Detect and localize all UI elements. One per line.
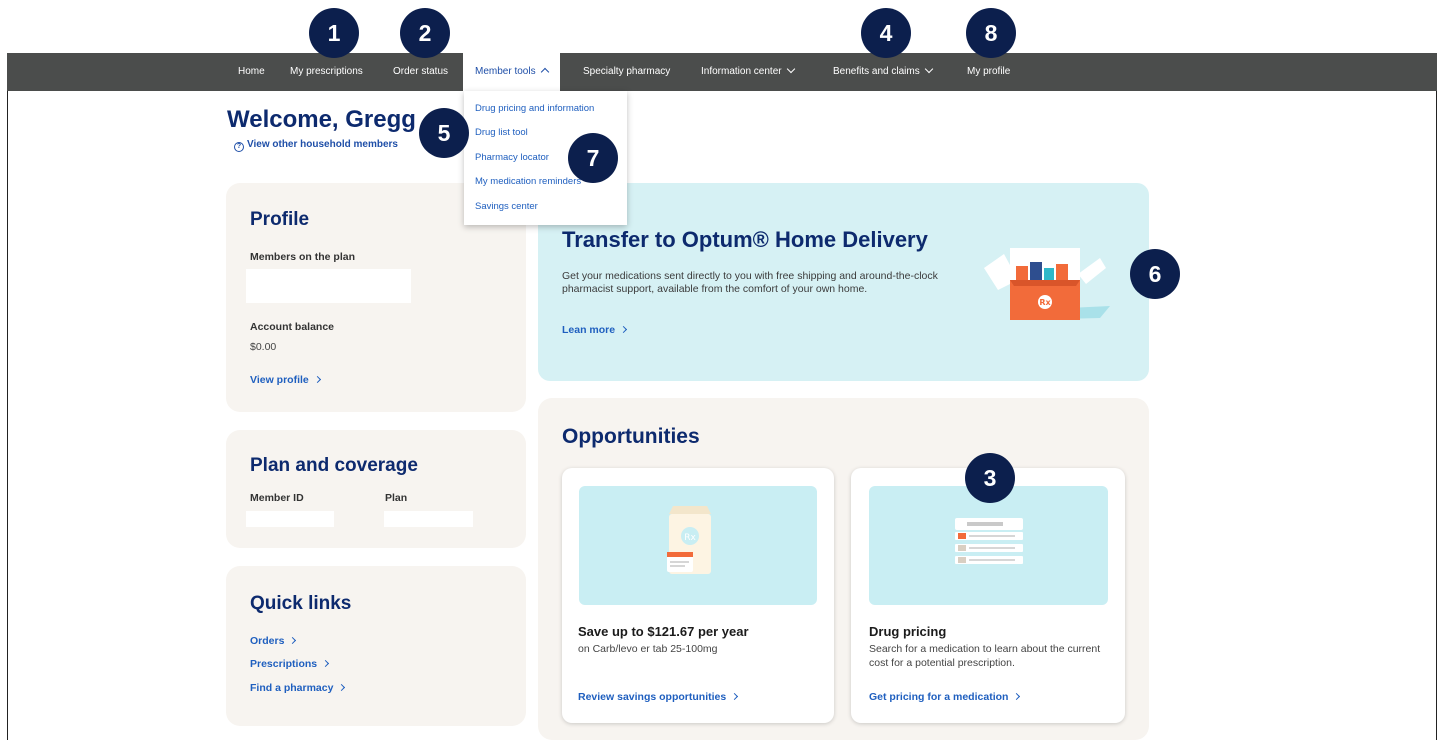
- profile-title: Profile: [250, 209, 310, 230]
- banner-text: Get your medications sent directly to yo…: [562, 270, 938, 295]
- menu-item-pharmacy-locator[interactable]: Pharmacy locator: [475, 152, 549, 163]
- top-navigation: Home My prescriptions Order status Membe…: [7, 53, 1437, 91]
- account-balance-label: Account balance: [250, 321, 335, 333]
- find-pharmacy-label: Find a pharmacy: [250, 682, 334, 694]
- household-members-link[interactable]: ? View other household members: [234, 139, 398, 152]
- nav-order-status[interactable]: Order status: [393, 53, 448, 91]
- nav-my-profile[interactable]: My profile: [967, 53, 1010, 91]
- find-pharmacy-link[interactable]: Find a pharmacy: [250, 682, 346, 694]
- nav-benefits-and-claims[interactable]: Benefits and claims: [833, 53, 933, 91]
- annotation-badge-8: 8: [966, 8, 1016, 58]
- nav-home[interactable]: Home: [238, 53, 265, 91]
- plan-coverage-title: Plan and coverage: [250, 455, 418, 476]
- quick-links-title: Quick links: [250, 593, 352, 614]
- drug-pricing-subtitle: Search for a medication to learn about t…: [869, 643, 1101, 669]
- nav-specialty-pharmacy[interactable]: Specialty pharmacy: [583, 53, 670, 91]
- get-pricing-link[interactable]: Get pricing for a medication: [869, 691, 1021, 703]
- annotation-badge-7: 7: [568, 133, 618, 183]
- chevron-down-icon: [786, 64, 795, 74]
- nav-member-tools[interactable]: Member tools: [463, 53, 560, 91]
- annotation-badge-4: 4: [861, 8, 911, 58]
- plan-label: Plan: [385, 492, 408, 504]
- chevron-down-icon: [924, 64, 933, 74]
- review-savings-link[interactable]: Review savings opportunities: [578, 691, 739, 703]
- orders-link[interactable]: Orders: [250, 635, 297, 647]
- chevron-right-icon: [731, 692, 739, 701]
- chevron-right-icon: [338, 683, 346, 692]
- nav-benefits-and-claims-label: Benefits and claims: [833, 66, 920, 77]
- annotation-badge-5: 5: [419, 108, 469, 158]
- menu-item-drug-pricing[interactable]: Drug pricing and information: [475, 103, 594, 114]
- nav-my-prescriptions[interactable]: My prescriptions: [290, 53, 363, 91]
- price-list-icon: [955, 518, 1023, 564]
- chevron-right-icon: [313, 375, 321, 384]
- nav-member-tools-label: Member tools: [475, 66, 536, 77]
- menu-item-medication-reminders[interactable]: My medication reminders: [475, 176, 581, 187]
- nav-information-center-label: Information center: [701, 66, 782, 77]
- household-members-label: View other household members: [247, 139, 398, 150]
- view-profile-label: View profile: [250, 374, 309, 386]
- chevron-up-icon: [540, 67, 549, 77]
- banner-title: Transfer to Optum® Home Delivery: [562, 227, 928, 252]
- annotation-badge-1: 1: [309, 8, 359, 58]
- svg-text:Rx: Rx: [1039, 298, 1051, 307]
- get-pricing-label: Get pricing for a medication: [869, 691, 1009, 703]
- savings-illustration: Rx: [579, 486, 817, 605]
- orders-label: Orders: [250, 635, 285, 647]
- chevron-right-icon: [322, 659, 330, 668]
- drug-pricing-illustration: [869, 486, 1108, 605]
- drug-pricing-title: Drug pricing: [869, 624, 947, 639]
- members-on-plan-label: Members on the plan: [250, 251, 356, 263]
- member-id-label: Member ID: [250, 492, 304, 504]
- page-title: Welcome, Gregg: [227, 106, 416, 133]
- view-profile-link[interactable]: View profile: [250, 374, 321, 386]
- question-circle-icon: ?: [234, 142, 244, 152]
- member-id-redacted-field: [246, 511, 334, 527]
- nav-information-center[interactable]: Information center: [701, 53, 795, 91]
- chevron-right-icon: [620, 325, 628, 334]
- prescriptions-link[interactable]: Prescriptions: [250, 658, 330, 670]
- menu-item-drug-list-tool[interactable]: Drug list tool: [475, 127, 528, 138]
- account-balance-value: $0.00: [250, 341, 277, 353]
- members-redacted-field: [246, 269, 411, 303]
- prescription-bag-icon: Rx: [667, 506, 711, 574]
- menu-item-savings-center[interactable]: Savings center: [475, 201, 538, 212]
- annotation-badge-3: 3: [965, 453, 1015, 503]
- delivery-box-illustration: Rx: [984, 248, 1110, 320]
- opportunities-title: Opportunities: [562, 425, 700, 448]
- chevron-right-icon: [1013, 692, 1021, 701]
- savings-subtitle: on Carb/levo er tab 25-100mg: [578, 643, 718, 655]
- plan-redacted-field: [384, 511, 473, 527]
- chevron-right-icon: [289, 636, 297, 645]
- svg-text:Rx: Rx: [684, 533, 696, 543]
- banner-learn-more-link[interactable]: Lean more: [562, 324, 628, 336]
- savings-title: Save up to $121.67 per year: [578, 624, 749, 639]
- review-savings-label: Review savings opportunities: [578, 691, 727, 703]
- plan-coverage-card: [226, 430, 526, 548]
- annotation-badge-2: 2: [400, 8, 450, 58]
- banner-learn-more-label: Lean more: [562, 324, 616, 336]
- annotation-badge-6: 6: [1130, 249, 1180, 299]
- prescriptions-label: Prescriptions: [250, 658, 318, 670]
